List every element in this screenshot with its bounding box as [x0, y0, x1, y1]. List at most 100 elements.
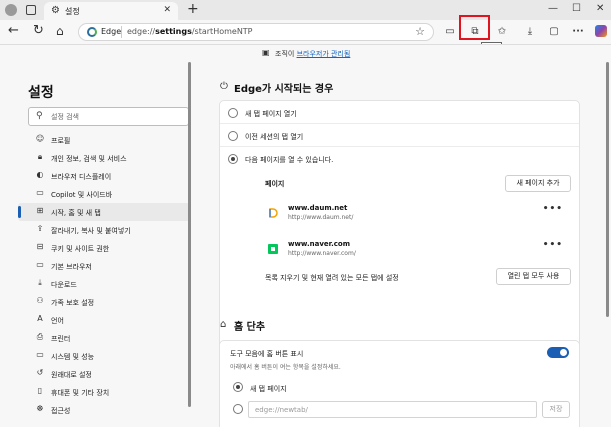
sidebar-item-reset[interactable]: ↺ 원래대로 설정 — [18, 365, 190, 383]
startup-section-title: Edge가 시작되는 경우 — [234, 84, 334, 95]
tab-title: 설정 — [65, 7, 80, 16]
profile-avatar[interactable] — [5, 4, 17, 16]
settings-sidebar: 설정 ⚲ 설정 검색 ☺ 프로필 🔒︎ 개인 정보, 검색 및 서비스 ◐ 브라우저 … — [18, 62, 190, 427]
managed-link[interactable]: 브라우저가 관리됨 — [297, 50, 351, 58]
accessibility-icon: ☸ — [36, 404, 44, 413]
reading-view-icon[interactable]: ▭ — [441, 23, 459, 41]
refresh-icon[interactable]: ↻ — [33, 24, 44, 38]
back-arrow-icon[interactable]: ← — [8, 24, 19, 38]
cookie-icon: ⊟ — [36, 242, 44, 251]
sidebar-item-accessibility[interactable]: ☸ 접근성 — [18, 401, 190, 419]
radio-specific[interactable] — [228, 154, 238, 164]
sidebar-item-privacy[interactable]: 🔒︎ 개인 정보, 검색 및 서비스 — [18, 149, 190, 167]
address-bar[interactable]: Edge edge://settings/startHomeNTP ☆ — [78, 23, 434, 41]
family-icon: ⚇ — [36, 296, 44, 305]
main-scrollbar[interactable] — [606, 62, 609, 317]
browser-icon: ▭ — [36, 260, 44, 269]
sidebar-item-clipboard[interactable]: ⇪ 잘라내기, 복사 및 붙여넣기 — [18, 221, 190, 239]
tab-actions-icon[interactable] — [26, 5, 36, 15]
reset-icon: ↺ — [36, 368, 44, 377]
profile-icon: ☺ — [35, 134, 45, 143]
downloads-icon[interactable]: ⤓ — [521, 23, 539, 41]
copilot-sidebar-icon: ▭ — [36, 188, 44, 197]
sidebar-item-copilot[interactable]: ▭ Copilot 및 사이드바 — [18, 185, 190, 203]
tab-settings[interactable]: ⚙ 설정 ✕ — [44, 2, 178, 20]
maximize-button[interactable]: ☐ — [572, 3, 581, 14]
search-placeholder: 설정 검색 — [51, 113, 79, 121]
language-icon: A — [37, 314, 43, 323]
download-icon: ⤓ — [38, 278, 42, 287]
home-icon[interactable]: ⌂ — [56, 24, 64, 38]
sidebar-scrollbar[interactable] — [188, 62, 191, 407]
managed-infobar: ▣ 조직이 브라우저가 관리됨 — [0, 44, 611, 62]
extensions-highlight-box — [459, 15, 490, 40]
phone-icon: ▯ — [37, 386, 43, 395]
copilot-icon[interactable] — [595, 25, 607, 37]
sidebar-item-phone[interactable]: ▯ 휴대폰 및 기타 장치 — [18, 383, 190, 401]
system-icon: ▭ — [36, 350, 44, 359]
collections-icon[interactable]: ▢ — [545, 23, 563, 41]
sidebar-item-default-browser[interactable]: ▭ 기본 브라우저 — [18, 257, 190, 275]
sidebar-item-printers[interactable]: ⎙ 프린터 — [18, 329, 190, 347]
appearance-icon: ◐ — [36, 170, 44, 179]
minimize-button[interactable]: — — [548, 3, 558, 14]
home-section-title: 홈 단추 — [234, 322, 266, 333]
home-url-input[interactable]: edge://newtab/ — [248, 401, 537, 418]
tab-close-button[interactable]: ✕ — [163, 5, 171, 15]
radio-home-url[interactable] — [233, 404, 243, 414]
sidebar-item-system[interactable]: ▭ 시스템 및 성능 — [18, 347, 190, 365]
home-button-card: 도구 모음에 홈 버튼 표시 아래에서 홈 버튼이 여는 항목을 설정하세요. … — [219, 340, 580, 427]
sidebar-item-languages[interactable]: A 언어 — [18, 311, 190, 329]
home-button-toggle[interactable] — [547, 347, 569, 358]
radio-newtab[interactable] — [228, 108, 238, 118]
site-more-button[interactable]: ••• — [543, 204, 563, 214]
add-page-button[interactable]: 새 페이지 추가 — [505, 175, 571, 192]
sidebar-item-profile[interactable]: ☺ 프로필 — [18, 131, 190, 149]
more-menu-icon[interactable]: ··· — [569, 23, 587, 41]
site-row-naver: www.naver.com http://www.naver.com/ ••• — [268, 237, 573, 267]
home-show-desc: 아래에서 홈 버튼이 여는 항목을 설정하세요. — [230, 364, 341, 371]
home-section-icon: ⌂ — [220, 319, 227, 330]
startup-option-previous[interactable]: 이전 세션의 탭 열기 — [220, 125, 579, 147]
naver-favicon-icon — [268, 244, 278, 254]
clear-set-label: 목록 지우기 및 현재 열려 있는 모든 탭에 설정 — [265, 274, 399, 282]
favorite-star-icon[interactable]: ☆ — [415, 25, 425, 38]
close-window-button[interactable]: ✕ — [596, 3, 604, 14]
share-icon: ⇪ — [36, 224, 44, 233]
sidebar-title: 설정 — [28, 85, 54, 101]
sidebar-item-appearance[interactable]: ◐ 브라우저 디스플레이 — [18, 167, 190, 185]
search-icon: ⚲ — [36, 111, 43, 121]
radio-previous[interactable] — [228, 131, 238, 141]
pages-label: 페이지 — [265, 180, 285, 188]
new-tab-button[interactable]: + — [187, 1, 199, 17]
gear-icon: ⚙ — [51, 5, 60, 16]
home-tab-icon: ⊞ — [36, 206, 44, 215]
home-show-label: 도구 모음에 홈 버튼 표시 — [230, 350, 304, 358]
sidebar-item-cookies[interactable]: ⊟ 쿠키 및 사이트 권한 — [18, 239, 190, 257]
address-divider — [121, 26, 122, 38]
printer-icon: ⎙ — [36, 332, 44, 341]
power-icon: ⏻ — [220, 81, 228, 92]
favorites-icon[interactable]: ✩ — [493, 23, 511, 41]
site-more-button[interactable]: ••• — [543, 240, 563, 250]
use-open-tabs-button[interactable]: 열린 탭 모두 사용 — [496, 268, 571, 285]
edge-logo-icon — [87, 27, 97, 37]
lock-icon: 🔒︎ — [37, 152, 43, 161]
home-save-button[interactable]: 저장 — [542, 401, 570, 418]
settings-search-input[interactable]: ⚲ 설정 검색 — [28, 107, 189, 126]
site-row-daum: www.daum.net http://www.daum.net/ ••• — [268, 201, 573, 231]
startup-option-specific[interactable]: 다음 페이지를 열 수 있습니다. — [220, 148, 579, 170]
title-bar: ⚙ 설정 ✕ + — ☐ ✕ — [0, 0, 611, 20]
startup-card: 새 탭 페이지 열기 이전 세션의 탭 열기 다음 페이지를 열 수 있습니다.… — [219, 100, 580, 352]
radio-home-newtab[interactable] — [233, 382, 243, 392]
sidebar-item-family[interactable]: ⚇ 가족 보호 설정 — [18, 293, 190, 311]
address-url[interactable]: edge://settings/startHomeNTP — [127, 27, 253, 36]
browser-toolbar: ← ↻ ⌂ Edge edge://settings/startHomeNTP … — [0, 20, 611, 44]
daum-favicon-icon — [269, 208, 278, 218]
startup-option-newtab[interactable]: 새 탭 페이지 열기 — [220, 102, 579, 124]
briefcase-icon: ▣ — [262, 48, 270, 57]
sidebar-list: ☺ 프로필 🔒︎ 개인 정보, 검색 및 서비스 ◐ 브라우저 디스플레이 ▭ Copi… — [18, 131, 190, 419]
sidebar-item-start-home[interactable]: ⊞ 시작, 홈 및 새 탭 — [18, 203, 190, 221]
address-site-label: Edge — [101, 27, 122, 36]
sidebar-item-downloads[interactable]: ⤓ 다운로드 — [18, 275, 190, 293]
